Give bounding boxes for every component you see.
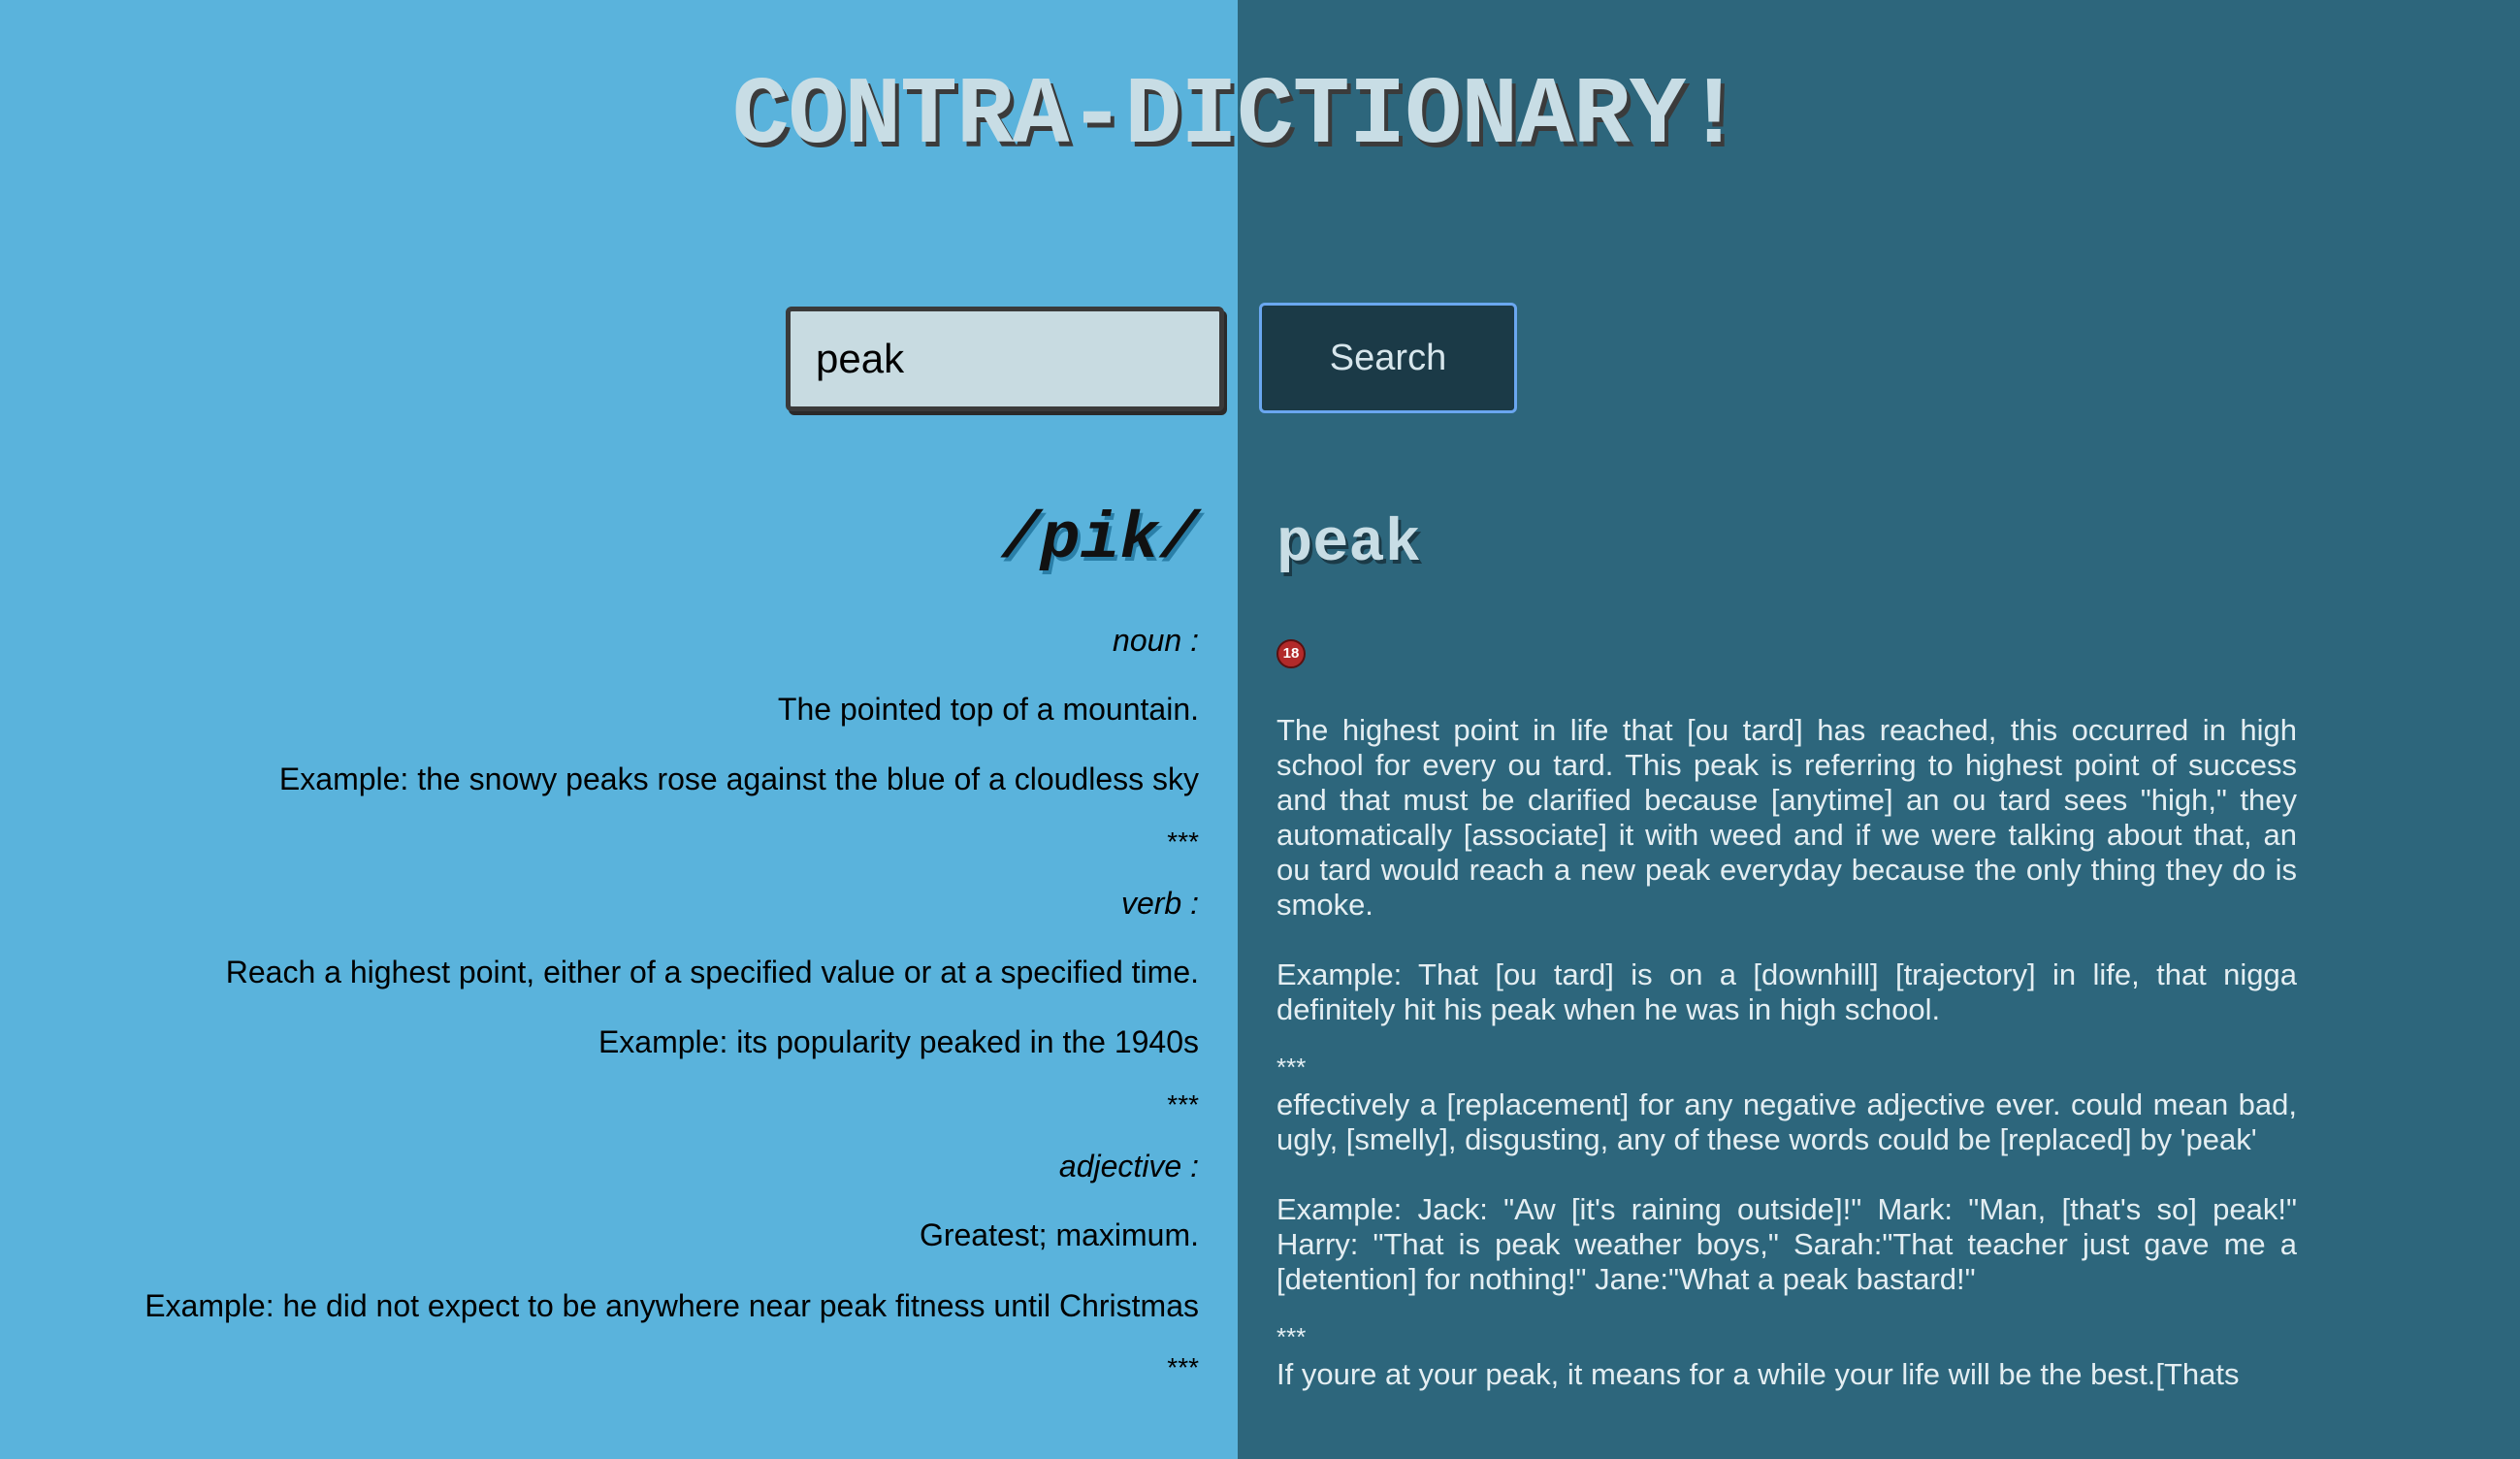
- entry-separator: ***: [1167, 1089, 1199, 1120]
- urban-entry: The highest point in life that [ou tard]…: [1276, 713, 2297, 1080]
- urban-example: Example: That [ou tard] is on a [downhil…: [1276, 957, 2297, 1026]
- dictionary-entry: verb : Reach a highest point, either of …: [97, 885, 1199, 1120]
- entry-separator: ***: [1167, 826, 1199, 857]
- app-title: CONTRA-DICTIONARY!: [731, 63, 1743, 171]
- urban-definition: If youre at your peak, it means for a wh…: [1276, 1357, 2240, 1391]
- dictionary-panel: /pik/ noun : The pointed top of a mounta…: [97, 503, 1199, 1412]
- definition: Greatest; maximum.: [919, 1217, 1199, 1253]
- part-of-speech: verb :: [1120, 885, 1199, 921]
- entry-separator: ***: [1167, 1352, 1199, 1383]
- urban-panel: peak 18 The highest point in life that […: [1276, 504, 2297, 1427]
- urban-definition: effectively a [replacement] for any nega…: [1276, 1087, 2297, 1156]
- example: Example: its popularity peaked in the 19…: [598, 1024, 1199, 1060]
- definition: Reach a highest point, either of a speci…: [225, 955, 1199, 990]
- part-of-speech: noun :: [1113, 622, 1199, 658]
- search-button[interactable]: Search: [1259, 303, 1517, 413]
- age-restriction-icon: 18: [1276, 639, 1306, 668]
- dictionary-entry: noun : The pointed top of a mountain. Ex…: [97, 622, 1199, 857]
- dictionary-entry: adjective : Greatest; maximum. Example: …: [97, 1149, 1199, 1383]
- page: CONTRA-DICTIONARY! Search /pik/ noun : T…: [0, 0, 2520, 1459]
- part-of-speech: adjective :: [1058, 1149, 1199, 1184]
- entry-separator: ***: [1276, 1322, 1307, 1351]
- searched-word: peak: [1276, 509, 1421, 578]
- urban-entry: effectively a [replacement] for any nega…: [1276, 1087, 2297, 1349]
- urban-entry: If youre at your peak, it means for a wh…: [1276, 1357, 2297, 1392]
- search-input[interactable]: [786, 307, 1224, 411]
- urban-definition: The highest point in life that [ou tard]…: [1276, 713, 2297, 922]
- phonetic-transcription: /pik/: [1000, 503, 1199, 577]
- definition: The pointed top of a mountain.: [777, 691, 1199, 727]
- urban-example: Example: Jack: "Aw [it's raining outside…: [1276, 1192, 2297, 1296]
- entry-separator: ***: [1276, 1053, 1307, 1082]
- example: Example: he did not expect to be anywher…: [145, 1287, 1199, 1323]
- example: Example: the snowy peaks rose against th…: [278, 762, 1199, 797]
